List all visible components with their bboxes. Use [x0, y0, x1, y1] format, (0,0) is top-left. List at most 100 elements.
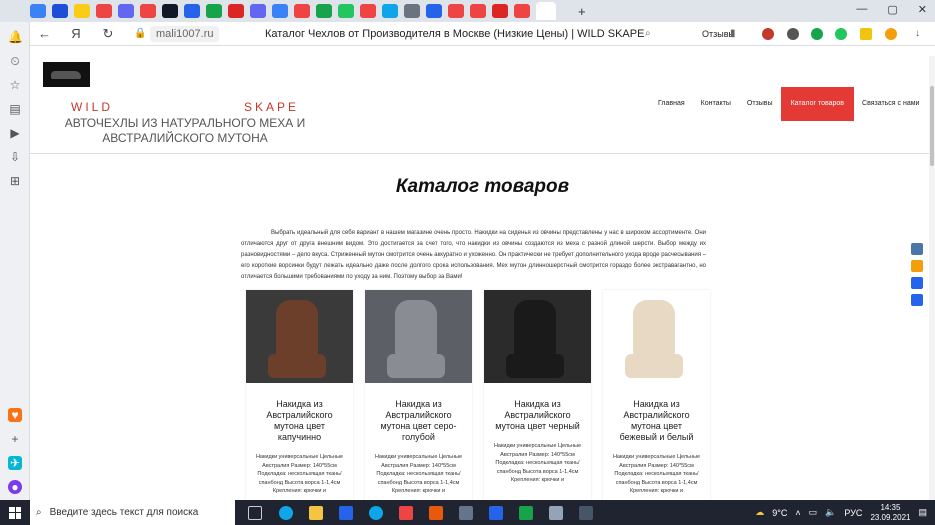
alice-icon[interactable]: ♥: [8, 408, 22, 422]
extension-icon[interactable]: [787, 28, 799, 40]
start-button[interactable]: [0, 500, 30, 525]
tab-grid-icon[interactable]: [184, 4, 200, 18]
tab-v-icon[interactable]: [162, 4, 178, 18]
downloads-icon[interactable]: ⇩: [8, 150, 22, 164]
assistant-icon[interactable]: ●: [8, 480, 22, 494]
messenger-icon[interactable]: ✈: [8, 456, 22, 470]
collections-icon[interactable]: ▤: [8, 102, 22, 116]
tab-c-icon[interactable]: [316, 4, 332, 18]
mail-icon[interactable]: [911, 294, 923, 306]
tab-doc-icon[interactable]: [228, 4, 244, 18]
tab-yandex-icon[interactable]: [96, 4, 112, 18]
product-card[interactable]: Накидка из Австралийского мутона цвет се…: [365, 290, 472, 500]
app-icon[interactable]: [369, 506, 383, 520]
vk-icon[interactable]: [911, 243, 923, 255]
minimize-icon[interactable]: —: [856, 3, 867, 16]
tab-yandex-icon[interactable]: [140, 4, 156, 18]
apps-icon[interactable]: ⊞: [8, 174, 22, 188]
product-title[interactable]: Накидка из Австралийского мутона цвет се…: [365, 399, 472, 443]
product-card[interactable]: Накидка из Австралийского мутона цвет ка…: [246, 290, 353, 500]
bell-icon[interactable]: 🔔: [8, 30, 23, 44]
tab-yandex-icon[interactable]: [514, 4, 530, 18]
menu-item[interactable]: Каталог товаров: [780, 87, 855, 121]
explorer-icon[interactable]: [309, 506, 323, 520]
site-logo[interactable]: [43, 62, 90, 87]
star-icon[interactable]: [911, 277, 923, 289]
tab-shield-icon[interactable]: [426, 4, 442, 18]
product-card[interactable]: Накидка из Австралийского мутона цвет бе…: [603, 290, 710, 500]
pen-app-icon[interactable]: [549, 506, 563, 520]
tab-yandex-icon[interactable]: [448, 4, 464, 18]
taskbar-search[interactable]: ⌕ Введите здесь текст для поиска: [30, 500, 235, 525]
active-tab[interactable]: [536, 2, 556, 20]
tab-z-icon[interactable]: [250, 4, 266, 18]
extension-icon[interactable]: [762, 28, 774, 40]
url-field[interactable]: mali1007.ru: [150, 25, 220, 42]
language-indicator[interactable]: РУС: [844, 508, 862, 518]
product-title[interactable]: Накидка из Австралийского мутона цвет бе…: [603, 399, 710, 443]
seat-cover-back: [514, 300, 556, 358]
calculator-icon[interactable]: [579, 506, 593, 520]
yandex-y-icon[interactable]: Я: [70, 26, 82, 41]
tab-c-icon[interactable]: [338, 4, 354, 18]
mail-app-icon[interactable]: [339, 506, 353, 520]
tab-u-icon[interactable]: [52, 4, 68, 18]
search-icon[interactable]: ⌕: [645, 28, 651, 39]
photos-icon[interactable]: [459, 506, 473, 520]
bookmark-icon[interactable]: ▮: [730, 28, 736, 39]
product-image[interactable]: [365, 290, 472, 383]
tab-page-icon[interactable]: [118, 4, 134, 18]
download-icon[interactable]: ↓: [915, 28, 920, 39]
browser-sidebar: 🔔 ⏲ ☆ ▤ ▶ ⇩ ⊞ ♥ + ✈ ●: [0, 22, 30, 500]
product-card[interactable]: Накидка из Австралийского мутона цвет че…: [484, 290, 591, 500]
excel-icon[interactable]: [519, 506, 533, 520]
product-image[interactable]: [484, 290, 591, 383]
menu-item[interactable]: Главная: [650, 87, 693, 121]
menu-item[interactable]: Контакты: [693, 87, 739, 121]
tab-plus-icon[interactable]: [206, 4, 222, 18]
add-icon[interactable]: +: [8, 432, 22, 446]
history-icon[interactable]: ⏲: [8, 54, 22, 68]
product-image[interactable]: [603, 290, 710, 383]
maximize-icon[interactable]: ▢: [887, 3, 897, 16]
clock[interactable]: 14:35 23.09.2021: [870, 503, 910, 523]
extension-icon[interactable]: [885, 28, 897, 40]
page-scrollbar[interactable]: [929, 56, 935, 500]
tab-diamond-icon[interactable]: [492, 4, 508, 18]
tab-page-icon[interactable]: [272, 4, 288, 18]
shield-icon[interactable]: [835, 28, 847, 40]
yandex-browser-icon[interactable]: [399, 506, 413, 520]
tab-book-icon[interactable]: [404, 4, 420, 18]
edge-icon[interactable]: [279, 506, 293, 520]
back-arrow-icon[interactable]: ←: [38, 26, 51, 41]
tab-taxi-icon[interactable]: [74, 4, 90, 18]
product-title[interactable]: Накидка из Австралийского мутона цвет че…: [484, 399, 591, 432]
network-icon[interactable]: ▭: [809, 507, 818, 518]
reload-icon[interactable]: ↻: [102, 26, 114, 42]
menu-item[interactable]: Связаться с нами: [854, 87, 927, 121]
temperature[interactable]: 9°C: [772, 508, 787, 518]
new-tab-icon[interactable]: +: [578, 4, 586, 19]
video-icon[interactable]: ▶: [8, 126, 22, 140]
weather-icon[interactable]: ☁: [755, 507, 764, 518]
tab-arrow-icon[interactable]: [382, 4, 398, 18]
product-title[interactable]: Накидка из Австралийского мутона цвет ка…: [246, 399, 353, 443]
bookmarks-icon[interactable]: ☆: [8, 78, 22, 92]
chevron-up-icon[interactable]: ˄: [795, 508, 800, 518]
notifications-icon[interactable]: ▤: [918, 507, 927, 518]
battery-icon[interactable]: [860, 28, 872, 40]
tab-mail-icon[interactable]: [30, 4, 46, 18]
word-icon[interactable]: [489, 506, 503, 520]
scrollbar-thumb[interactable]: [930, 86, 934, 166]
extension-icon[interactable]: [811, 28, 823, 40]
ok-icon[interactable]: [911, 260, 923, 272]
tab-yandex-icon[interactable]: [360, 4, 376, 18]
task-view-icon[interactable]: [248, 506, 262, 520]
tab-yandex-icon[interactable]: [294, 4, 310, 18]
product-image[interactable]: [246, 290, 353, 383]
office-icon[interactable]: [429, 506, 443, 520]
menu-item[interactable]: Отзывы: [739, 87, 781, 121]
close-icon[interactable]: ✕: [918, 3, 927, 16]
tab-yandex-icon[interactable]: [470, 4, 486, 18]
volume-icon[interactable]: 🔈: [825, 507, 836, 518]
